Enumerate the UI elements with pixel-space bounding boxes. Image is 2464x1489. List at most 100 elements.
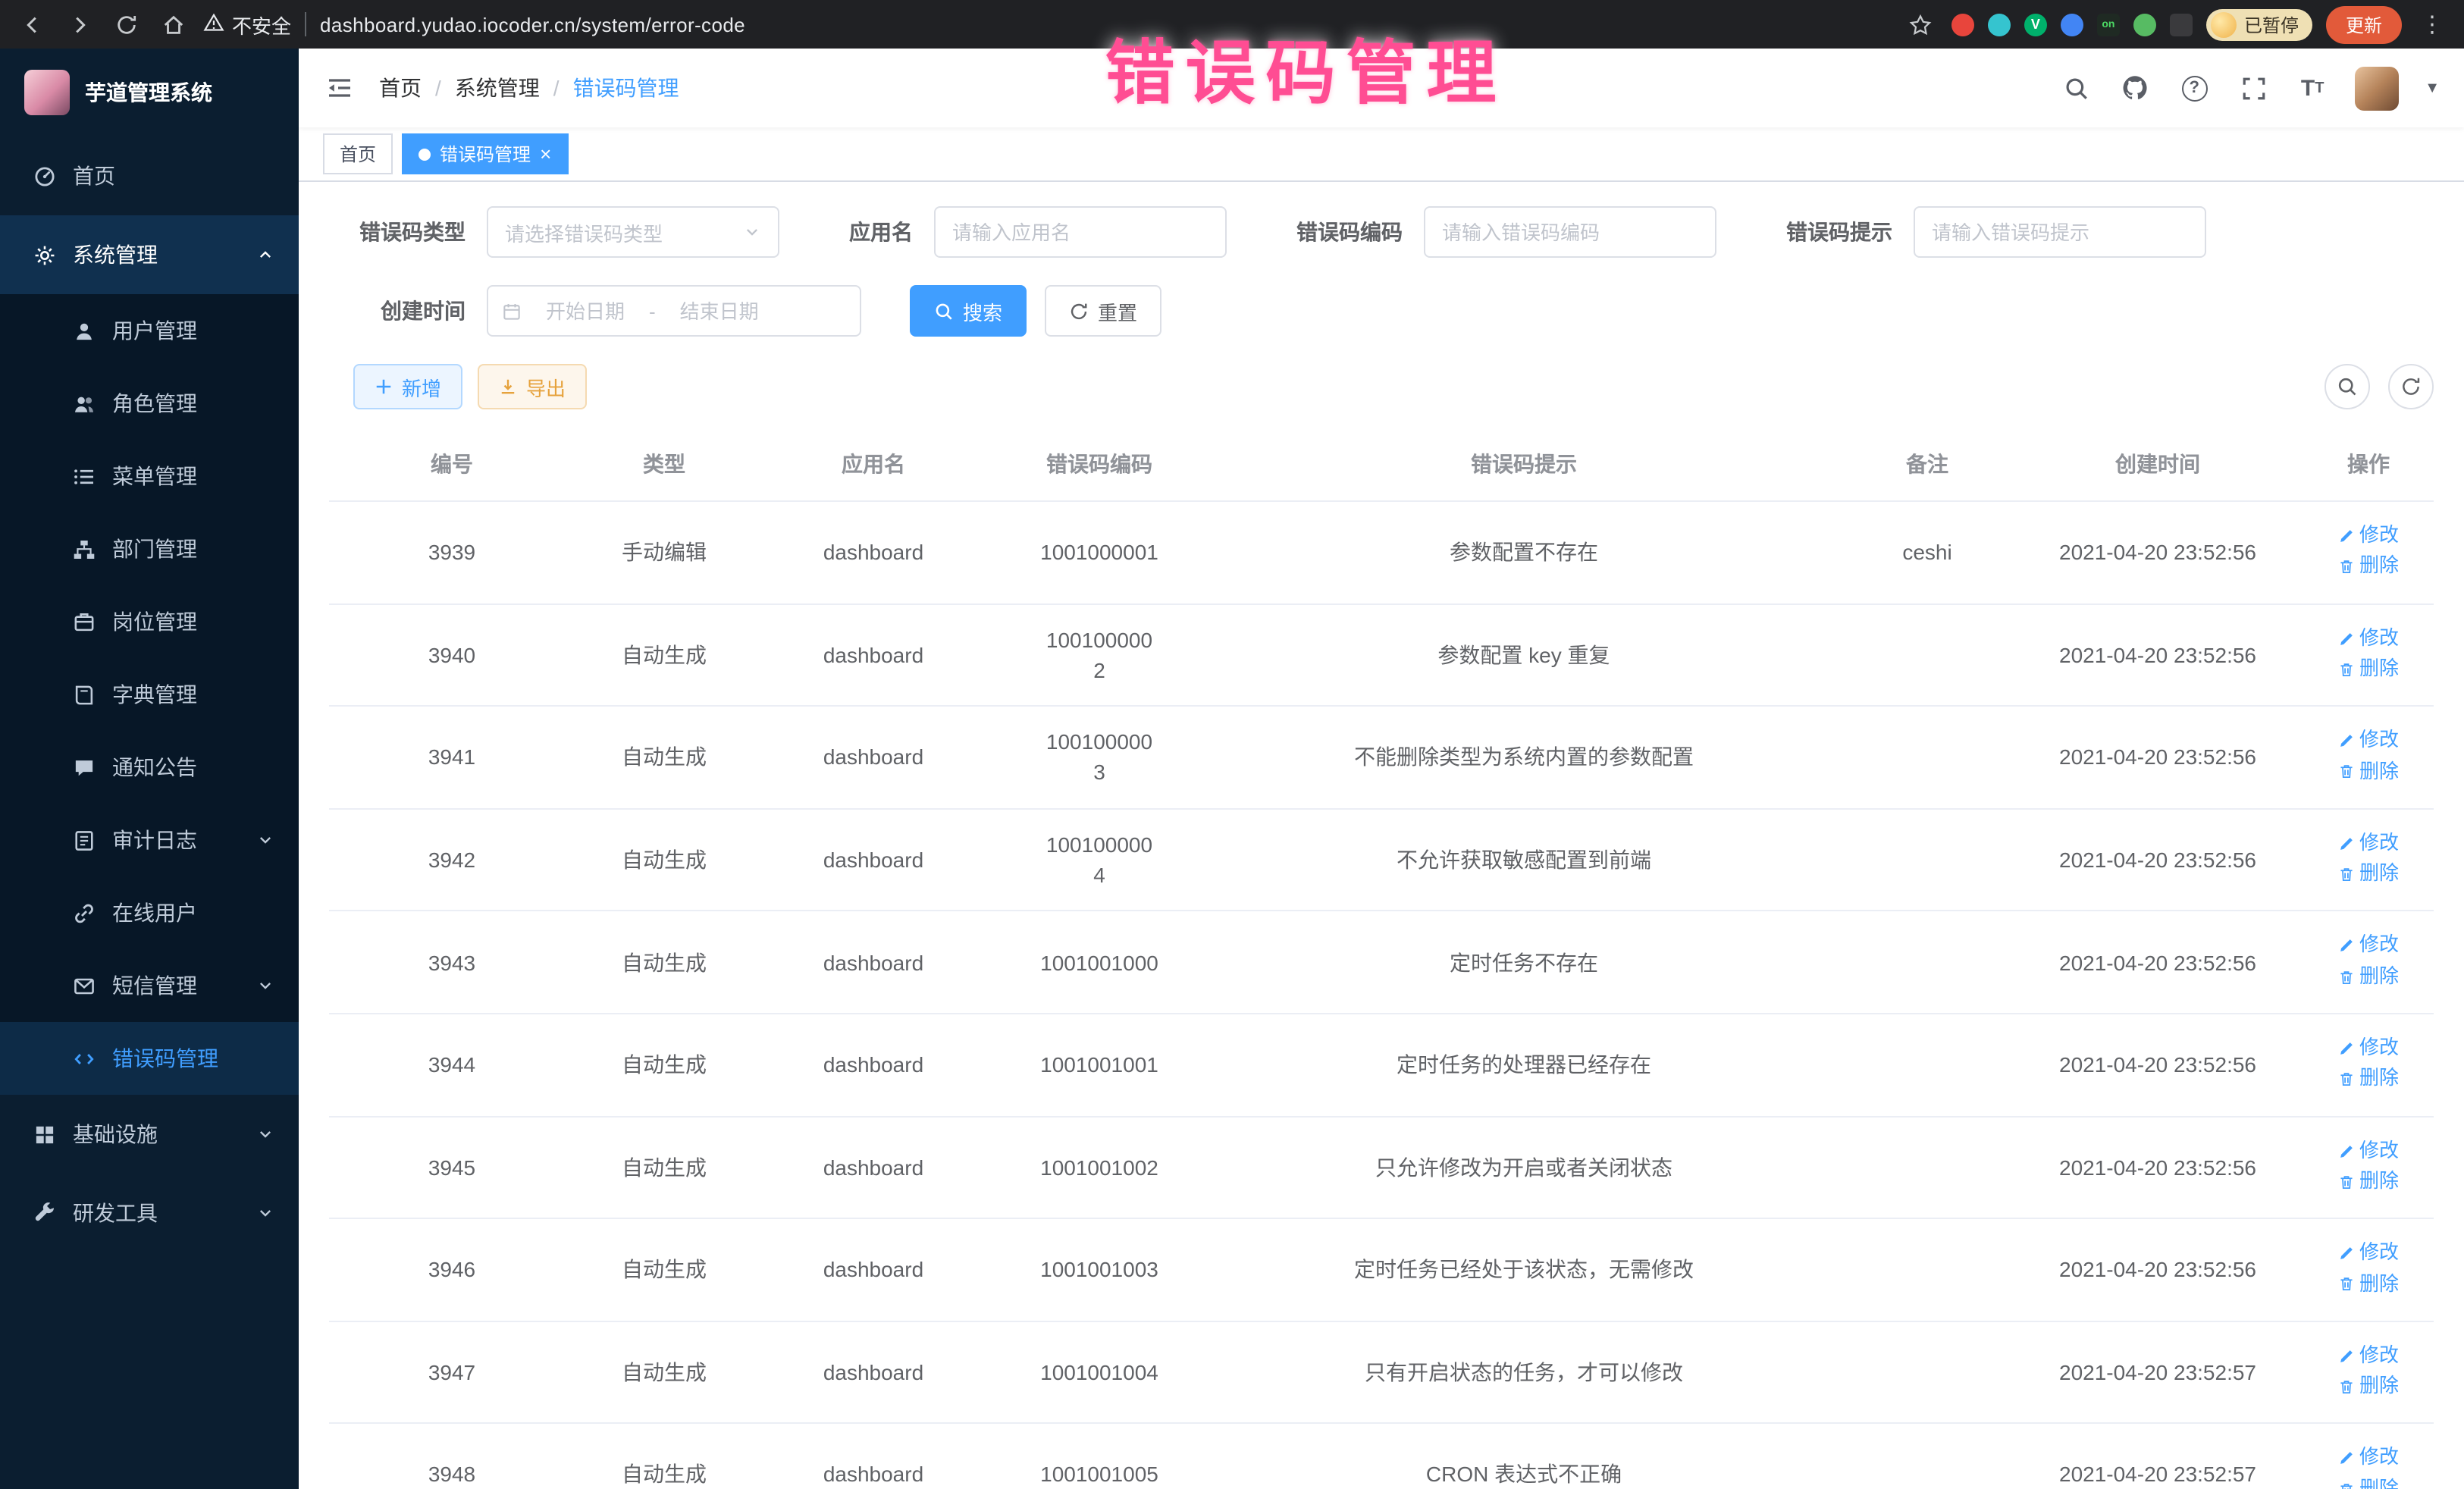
sidebar-item-infrastructure[interactable]: 基础设施 <box>0 1095 299 1174</box>
fullscreen-icon[interactable] <box>2237 71 2270 105</box>
sidebar-item-notice[interactable]: 通知公告 <box>0 731 299 804</box>
tab-error-code[interactable]: 错误码管理 × <box>402 133 568 174</box>
edit-link[interactable]: 修改 <box>2338 1444 2399 1473</box>
sidebar-item-user-management[interactable]: 用户管理 <box>0 294 299 367</box>
delete-link[interactable]: 删除 <box>2338 1168 2399 1196</box>
delete-link[interactable]: 删除 <box>2338 1270 2399 1299</box>
cell-code: 1001001001 <box>993 1014 1205 1116</box>
sidebar-item-menu-management[interactable]: 菜单管理 <box>0 440 299 513</box>
sidebar-item-home[interactable]: 首页 <box>0 136 299 215</box>
delete-link[interactable]: 删除 <box>2338 655 2399 684</box>
cell-code: 1001001004 <box>993 1321 1205 1424</box>
cell-remark <box>1842 1424 2012 1489</box>
breadcrumb-system[interactable]: 系统管理 <box>455 73 540 103</box>
sidebar-item-dev-tools[interactable]: 研发工具 <box>0 1174 299 1252</box>
address-bar[interactable]: dashboard.yudao.iocoder.cn/system/error-… <box>320 13 745 36</box>
breadcrumb-home[interactable]: 首页 <box>379 73 422 103</box>
delete-link[interactable]: 删除 <box>2338 757 2399 786</box>
sidebar-item-dict-management[interactable]: 字典管理 <box>0 658 299 731</box>
profile-avatar <box>2211 11 2237 37</box>
security-warning[interactable]: 不安全 <box>203 10 291 39</box>
bookmark-star-icon[interactable] <box>1904 8 1938 41</box>
cell-remark <box>1842 603 2012 706</box>
extension-icon[interactable]: V <box>2024 13 2047 36</box>
sidebar-item-post-management[interactable]: 岗位管理 <box>0 585 299 658</box>
sidebar-item-audit-log[interactable]: 审计日志 <box>0 804 299 876</box>
chevron-down-icon[interactable]: ▼ <box>2425 80 2440 96</box>
tab-close-icon[interactable]: × <box>540 144 551 164</box>
cell-actions: 修改删除 <box>2303 1116 2434 1218</box>
tab-home[interactable]: 首页 <box>323 133 393 174</box>
error-code-input[interactable] <box>1424 206 1716 258</box>
edit-link[interactable]: 修改 <box>2338 1239 2399 1268</box>
delete-link[interactable]: 删除 <box>2338 860 2399 889</box>
chevron-down-icon <box>743 223 761 241</box>
home-button[interactable] <box>156 8 190 41</box>
search-button[interactable]: 搜索 <box>910 285 1027 337</box>
date-range-picker[interactable]: - <box>487 285 861 337</box>
badge-icon <box>73 610 96 633</box>
cell-id: 3940 <box>329 603 575 706</box>
extension-icon[interactable] <box>2061 13 2083 36</box>
start-date-input[interactable] <box>529 299 641 322</box>
back-button[interactable] <box>15 8 49 41</box>
delete-link[interactable]: 删除 <box>2338 1372 2399 1401</box>
sidebar-item-error-code-management[interactable]: 错误码管理 <box>0 1022 299 1095</box>
help-icon[interactable]: ? <box>2177 71 2211 105</box>
extension-icon[interactable] <box>2133 13 2156 36</box>
reset-button[interactable]: 重置 <box>1045 285 1161 337</box>
sidebar-item-online-users[interactable]: 在线用户 <box>0 876 299 949</box>
sidebar-item-role-management[interactable]: 角色管理 <box>0 367 299 440</box>
search-icon[interactable] <box>2059 71 2093 105</box>
edit-link[interactable]: 修改 <box>2338 932 2399 961</box>
cell-id: 3948 <box>329 1424 575 1489</box>
cell-hint: 参数配置不存在 <box>1205 501 1842 603</box>
app-name-input[interactable] <box>934 206 1227 258</box>
edit-link[interactable]: 修改 <box>2338 727 2399 756</box>
delete-link[interactable]: 删除 <box>2338 1475 2399 1489</box>
extension-icon[interactable] <box>1951 13 1974 36</box>
error-hint-input[interactable] <box>1914 206 2206 258</box>
delete-link[interactable]: 删除 <box>2338 963 2399 992</box>
user-avatar[interactable] <box>2355 66 2399 110</box>
cell-app: dashboard <box>754 911 993 1014</box>
edit-link[interactable]: 修改 <box>2338 624 2399 653</box>
table-row: 3941自动生成dashboard1001000003不能删除类型为系统内置的参… <box>329 706 2434 808</box>
error-code-table: 编号类型应用名错误码编码错误码提示备注创建时间操作 3939手动编辑dashbo… <box>329 428 2434 1489</box>
font-size-icon[interactable]: TT <box>2296 71 2329 105</box>
export-button[interactable]: 导出 <box>478 364 587 409</box>
extension-icon[interactable] <box>2170 13 2193 36</box>
edit-link[interactable]: 修改 <box>2338 1342 2399 1371</box>
app-logo[interactable]: 芋道管理系统 <box>0 49 299 136</box>
delete-link[interactable]: 删除 <box>2338 1065 2399 1094</box>
edit-link[interactable]: 修改 <box>2338 829 2399 858</box>
main-area: 首页 / 系统管理 / 错误码管理 ? <box>299 49 2464 1489</box>
delete-link[interactable]: 删除 <box>2338 553 2399 581</box>
end-date-input[interactable] <box>663 299 776 322</box>
sidebar-item-dept-management[interactable]: 部门管理 <box>0 513 299 585</box>
forward-button[interactable] <box>62 8 96 41</box>
add-button[interactable]: 新增 <box>353 364 462 409</box>
refresh-table-button[interactable] <box>2388 364 2434 409</box>
error-type-select[interactable]: 请选择错误码类型 <box>487 206 779 258</box>
sidebar-menu: 首页系统管理用户管理角色管理菜单管理部门管理岗位管理字典管理通知公告审计日志在线… <box>0 136 299 1489</box>
browser-menu-icon[interactable]: ⋮ <box>2415 8 2449 41</box>
update-button[interactable]: 更新 <box>2326 5 2402 43</box>
tab-label: 错误码管理 <box>440 141 531 167</box>
paused-badge[interactable]: 已暂停 <box>2206 8 2312 40</box>
show-search-button[interactable] <box>2324 364 2370 409</box>
github-icon[interactable] <box>2118 71 2152 105</box>
chevron-up-icon <box>256 246 274 264</box>
extension-icon[interactable] <box>1988 13 2011 36</box>
reload-button[interactable] <box>109 8 143 41</box>
edit-link[interactable]: 修改 <box>2338 1136 2399 1165</box>
cell-app: dashboard <box>754 1116 993 1218</box>
filter-label-type: 错误码类型 <box>353 217 466 247</box>
sidebar-item-sms-management[interactable]: 短信管理 <box>0 949 299 1022</box>
sidebar-item-system-management[interactable]: 系统管理 <box>0 215 299 294</box>
cell-remark <box>1842 706 2012 808</box>
edit-link[interactable]: 修改 <box>2338 522 2399 550</box>
edit-link[interactable]: 修改 <box>2338 1034 2399 1063</box>
extension-icon[interactable]: on <box>2097 13 2120 36</box>
hamburger-icon[interactable] <box>323 71 356 105</box>
